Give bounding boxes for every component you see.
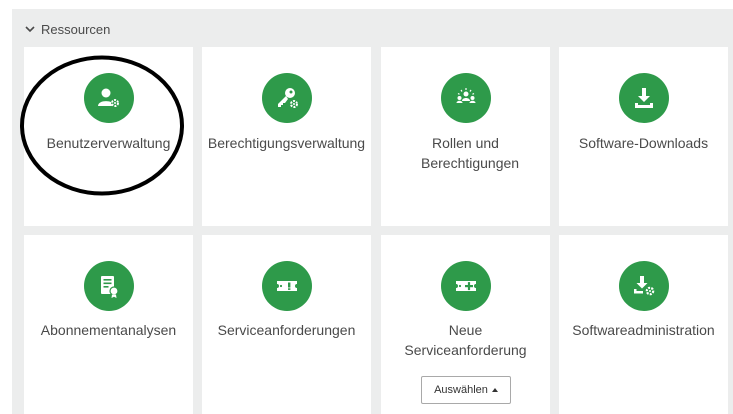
tile-label: Neue Serviceanforderung <box>404 322 527 358</box>
tile-label: Softwareadministration <box>572 322 715 338</box>
tile-abonnementanalysen[interactable]: Abonnementanalysen <box>24 235 193 414</box>
tile-benutzerverwaltung[interactable]: Benutzerverwaltung <box>24 47 193 226</box>
tile-softwareadministration[interactable]: Softwareadministration <box>559 235 728 414</box>
download-icon <box>618 73 669 123</box>
tile-label: Software-Downloads <box>578 135 709 151</box>
caret-up-icon <box>491 388 498 392</box>
download-gear-icon <box>618 261 669 311</box>
select-button-label: Auswählen <box>434 384 488 396</box>
section-title: Ressourcen <box>41 21 111 37</box>
certificate-icon <box>83 261 134 311</box>
tile-label: Benutzerverwaltung <box>46 135 171 151</box>
section-toggle[interactable]: Ressourcen <box>25 20 110 38</box>
user-gear-icon <box>83 73 134 123</box>
select-dropdown-button[interactable]: Auswählen <box>421 376 511 404</box>
tile-rollen-und-berechtigungen[interactable]: Rollen und Berechtigungen <box>381 47 550 226</box>
tile-label: Berechtigungsverwaltung <box>207 135 366 151</box>
group-icon <box>440 73 491 123</box>
tile-label: Serviceanforderungen <box>217 322 356 338</box>
tile-label: Abonnementanalysen <box>40 322 177 338</box>
tile-berechtigungsverwaltung[interactable]: Berechtigungsverwaltung <box>202 47 371 226</box>
chevron-down-icon <box>25 26 35 33</box>
ticket-alert-icon <box>261 261 312 311</box>
ticket-plus-icon <box>440 261 491 311</box>
tile-software-downloads[interactable]: Software-Downloads <box>559 47 728 226</box>
tile-label: Rollen und Berechtigungen <box>421 135 520 171</box>
tile-serviceanforderungen[interactable]: Serviceanforderungen <box>202 235 371 414</box>
key-gear-icon <box>261 73 312 123</box>
